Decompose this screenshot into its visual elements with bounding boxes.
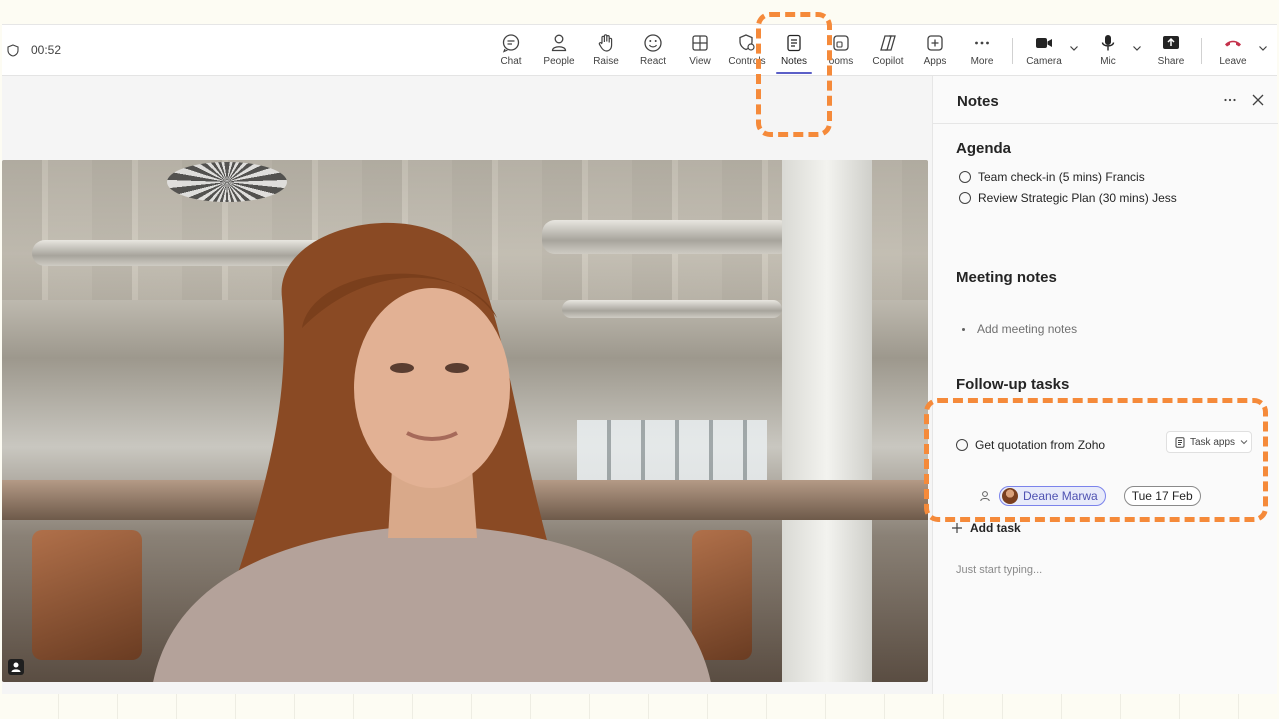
agenda-checkbox[interactable]: [959, 171, 971, 183]
shield-gear-icon: [739, 34, 755, 51]
followup-tasks-title: Follow-up tasks: [956, 376, 1070, 393]
notes-button[interactable]: Notes: [771, 33, 817, 73]
plus-icon: [952, 523, 962, 533]
controls-button[interactable]: Controls: [724, 33, 770, 73]
notes-title: Notes: [957, 93, 999, 110]
meeting-window: 00:52 Chat People Raise React View Contr…: [2, 24, 1278, 695]
smiley-icon: [644, 34, 662, 52]
mic-icon: [1101, 35, 1115, 51]
task-item[interactable]: Get quotation from Zoho: [956, 438, 1105, 452]
people-button[interactable]: People: [536, 33, 582, 73]
apps-button[interactable]: Apps: [912, 33, 958, 73]
notes-active-indicator: [776, 72, 812, 74]
copilot-label: Copilot: [872, 56, 904, 67]
more-button[interactable]: More: [959, 33, 1005, 73]
agenda-item-text: Team check-in (5 mins) Francis: [978, 170, 1145, 184]
agenda-checkbox[interactable]: [959, 192, 971, 204]
notes-header: Notes: [933, 76, 1278, 124]
add-task-label: Add task: [970, 521, 1021, 535]
share-label: Share: [1157, 56, 1185, 67]
chevron-down-icon: [1240, 440, 1248, 445]
chat-button[interactable]: Chat: [488, 33, 534, 73]
plus-square-icon: [927, 35, 943, 51]
close-icon[interactable]: [1251, 93, 1265, 107]
mic-label: Mic: [1100, 56, 1116, 67]
apps-label: Apps: [923, 56, 947, 67]
task-apps-label: Task apps: [1190, 436, 1236, 448]
task-apps-button[interactable]: Task apps: [1166, 431, 1252, 453]
mic-options-chevron-icon[interactable]: [1132, 43, 1142, 53]
meeting-timer: 00:52: [7, 43, 61, 57]
copilot-icon: [880, 35, 896, 51]
video-ceiling-fan: [167, 162, 287, 202]
due-date-pill[interactable]: Tue 17 Feb: [1123, 486, 1201, 506]
camera-label: Camera: [1026, 56, 1062, 67]
copilot-button[interactable]: Copilot: [865, 33, 911, 73]
assignee-avatar: [1002, 488, 1018, 504]
camera-options-chevron-icon[interactable]: [1069, 43, 1079, 53]
toolbar-divider: [1012, 38, 1013, 64]
task-checkbox[interactable]: [956, 439, 968, 451]
meeting-toolbar: 00:52 Chat People Raise React View Contr…: [2, 25, 1277, 76]
camera-icon: [1036, 38, 1052, 48]
task-assignment-row: Deane Marwa Tue 17 Feb: [979, 486, 1201, 506]
participant-figure: [153, 222, 711, 682]
rooms-label: ooms: [828, 56, 854, 67]
leave-options-chevron-icon[interactable]: [1258, 43, 1268, 53]
participant-avatar-icon: [8, 659, 24, 675]
timer-text: 00:52: [31, 43, 62, 57]
agenda-item[interactable]: Team check-in (5 mins) Francis: [959, 170, 1145, 184]
agenda-item-text: Review Strategic Plan (30 mins) Jess: [978, 191, 1177, 205]
ellipsis-icon: [975, 41, 989, 45]
react-label: React: [639, 56, 667, 67]
share-button[interactable]: Share: [1148, 33, 1194, 73]
agenda-title: Agenda: [956, 140, 1012, 157]
toolbar-divider: [1201, 38, 1202, 64]
hand-icon: [598, 34, 613, 52]
bottom-strip: [0, 694, 1279, 719]
task-list-icon: [1175, 436, 1185, 448]
task-title: Get quotation from Zoho: [975, 438, 1106, 452]
add-task-button[interactable]: Add task: [951, 521, 1021, 535]
react-button[interactable]: React: [630, 33, 676, 73]
rooms-icon: [833, 35, 849, 51]
people-label: People: [543, 56, 575, 67]
start-typing-input[interactable]: Just start typing...: [956, 564, 1042, 576]
leave-button[interactable]: Leave: [1210, 33, 1256, 73]
raise-label: Raise: [593, 56, 619, 67]
notes-panel: Notes Agenda Team check-in (5 mins) Fran…: [932, 76, 1278, 695]
view-button[interactable]: View: [677, 33, 723, 73]
video-chair: [32, 530, 142, 660]
meeting-notes-title: Meeting notes: [956, 269, 1057, 286]
share-icon: [1163, 36, 1179, 49]
meeting-notes-input[interactable]: Add meeting notes: [962, 322, 1077, 336]
controls-label: Controls: [728, 56, 766, 67]
bullet-dot: [962, 327, 965, 331]
notes-label: Notes: [780, 56, 808, 67]
more-options-icon[interactable]: [1223, 93, 1237, 107]
grid-icon: [692, 35, 708, 51]
phone-hangup-icon: [1225, 40, 1241, 47]
people-icon: [551, 34, 567, 52]
camera-button[interactable]: Camera: [1021, 33, 1067, 73]
chat-label: Chat: [500, 56, 522, 67]
shield-icon: [7, 43, 19, 57]
notes-icon: [787, 34, 801, 52]
meeting-notes-placeholder: Add meeting notes: [977, 322, 1078, 336]
assignee-pill[interactable]: Deane Marwa: [999, 486, 1106, 506]
agenda-item[interactable]: Review Strategic Plan (30 mins) Jess: [959, 191, 1177, 205]
assignee-name: Deane Marwa: [1023, 489, 1098, 503]
mic-button[interactable]: Mic: [1085, 33, 1131, 73]
participant-video: [2, 160, 928, 682]
more-label: More: [970, 56, 994, 67]
view-label: View: [689, 56, 711, 67]
leave-label: Leave: [1219, 56, 1247, 67]
video-pillar: [782, 160, 872, 682]
raise-hand-button[interactable]: Raise: [583, 33, 629, 73]
assignee-icon: [980, 491, 990, 502]
chat-icon: [502, 34, 520, 53]
rooms-button[interactable]: ooms: [818, 33, 864, 73]
